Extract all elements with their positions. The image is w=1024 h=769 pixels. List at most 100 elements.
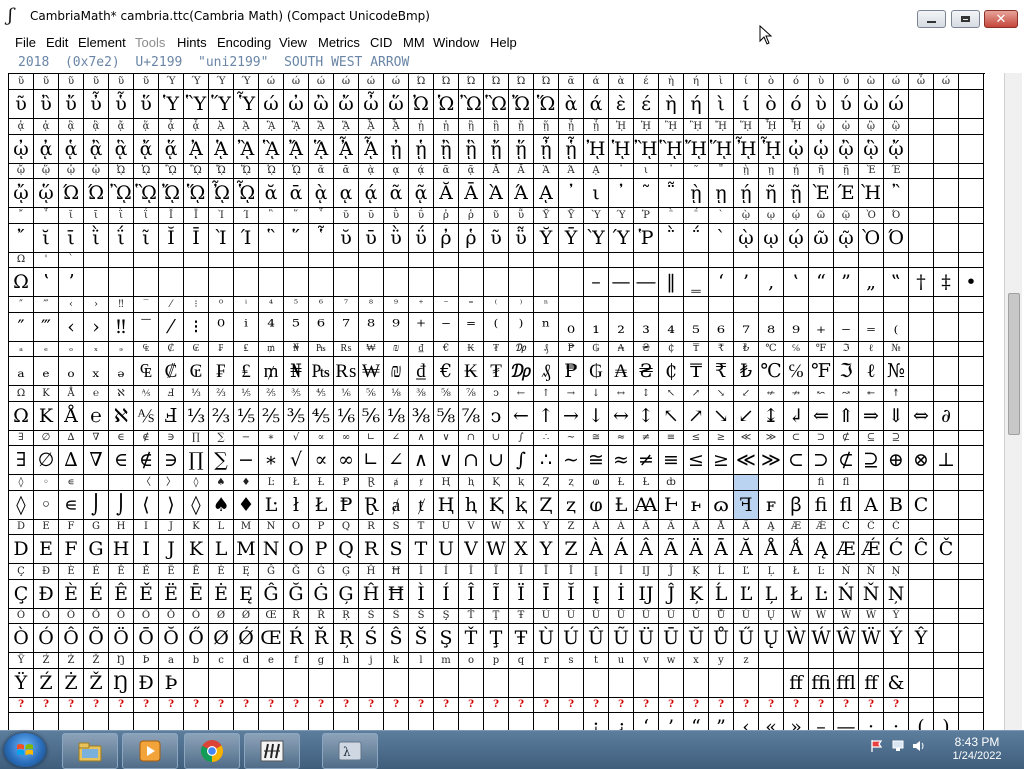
glyph-cell-label[interactable] <box>934 608 959 623</box>
glyph-cell[interactable]: Ť <box>459 624 484 652</box>
glyph-cell[interactable]: ₌ <box>859 312 884 341</box>
glyph-cell[interactable]: & <box>884 668 909 697</box>
glyph-cell[interactable]: ∏ <box>184 446 209 474</box>
glyph-cell[interactable]: ᾱ <box>284 179 309 207</box>
glyph-cell[interactable]: Ŋ <box>109 668 134 697</box>
glyph-cell[interactable]: Ó <box>34 624 59 652</box>
glyph-cell[interactable]: ₋ <box>834 312 859 341</box>
menu-help[interactable]: Help <box>490 35 517 50</box>
glyph-cell-label[interactable]: ῢ <box>384 207 409 223</box>
glyph-cell-label[interactable]: ∗ <box>259 430 284 445</box>
glyph-cell-label[interactable]: ⅕ <box>234 385 259 401</box>
glyph-cell[interactable]: Ὥ <box>534 90 559 118</box>
glyph-cell[interactable]: C <box>909 490 934 519</box>
glyph-cell[interactable]: ᾽ <box>559 179 584 207</box>
glyph-cell[interactable]: ∂ <box>934 401 959 430</box>
glyph-cell-label[interactable]: ₵ <box>659 341 684 356</box>
glyph-cell-label[interactable] <box>959 697 984 712</box>
glyph-cell[interactable]: ﬃ <box>809 668 834 697</box>
glyph-cell-label[interactable]: ? <box>634 697 659 712</box>
glyph-cell[interactable]: ﬁ <box>809 490 834 519</box>
glyph-cell[interactable]: ℮ <box>84 401 109 430</box>
glyph-cell-label[interactable]: Ŵ <box>834 608 859 623</box>
glyph-cell-label[interactable]: E <box>34 519 59 534</box>
glyph-cell[interactable]: Ħ <box>384 579 409 608</box>
glyph-cell-label[interactable]: ᾟ <box>784 118 809 134</box>
glyph-cell[interactable] <box>609 668 634 697</box>
glyph-cell[interactable]: Ę <box>234 579 259 608</box>
glyph-cell-label[interactable]: ᾪ <box>159 163 184 178</box>
glyph-cell-label[interactable]: Ľ <box>734 563 759 579</box>
glyph-cell-label[interactable]: ? <box>84 697 109 712</box>
glyph-cell-label[interactable]: l <box>409 652 434 668</box>
glyph-cell-label[interactable] <box>159 252 184 267</box>
glyph-cell-label[interactable]: ↚ <box>759 385 784 401</box>
glyph-cell[interactable]: ⁺ <box>409 312 434 341</box>
glyph-cell[interactable]: Ⅎ <box>159 401 184 430</box>
glyph-cell-label[interactable]: u <box>609 652 634 668</box>
glyph-cell[interactable]: ‼ <box>109 312 134 341</box>
glyph-cell[interactable]: ⁰ <box>209 312 234 341</box>
glyph-cell[interactable]: H <box>109 535 134 563</box>
glyph-cell[interactable]: Ⱶ <box>659 490 684 519</box>
glyph-cell-label[interactable]: b <box>184 652 209 668</box>
glyph-cell-label[interactable] <box>609 296 634 312</box>
glyph-cell-label[interactable]: g <box>309 652 334 668</box>
glyph-cell-label[interactable]: Þ <box>134 652 159 668</box>
glyph-cell-label[interactable]: D <box>9 519 34 534</box>
glyph-cell-label[interactable] <box>259 252 284 267</box>
glyph-cell-label[interactable] <box>834 652 859 668</box>
glyph-cell-label[interactable]: ∴ <box>534 430 559 445</box>
glyph-cell[interactable]: È <box>59 579 84 608</box>
glyph-cell-label[interactable]: ₰ <box>534 341 559 356</box>
glyph-cell[interactable]: € <box>434 357 459 385</box>
glyph-cell[interactable]: D <box>9 535 34 563</box>
glyph-cell[interactable]: ↔ <box>609 401 634 430</box>
glyph-cell[interactable]: Ä <box>684 535 709 563</box>
glyph-cell[interactable]: Ŏ <box>159 624 184 652</box>
glyph-cell[interactable] <box>909 134 934 163</box>
glyph-cell-label[interactable]: ≠ <box>634 430 659 445</box>
glyph-cell[interactable]: Ł <box>784 579 809 608</box>
glyph-cell[interactable]: ₍ <box>884 312 909 341</box>
glyph-cell-label[interactable] <box>709 474 734 490</box>
glyph-cell-label[interactable]: ᾚ <box>659 118 684 134</box>
glyph-cell-label[interactable]: Ÿ <box>9 652 34 668</box>
glyph-cell[interactable]: ∩ <box>459 446 484 474</box>
glyph-cell[interactable]: ᾬ <box>159 179 184 207</box>
glyph-cell-label[interactable]: ↕ <box>634 385 659 401</box>
glyph-cell[interactable]: ῄ <box>734 179 759 207</box>
clock-time[interactable]: 8:43 PM <box>942 735 1012 749</box>
glyph-cell[interactable]: ⇑ <box>834 401 859 430</box>
scrollbar-thumb[interactable] <box>1008 293 1020 435</box>
glyph-cell[interactable]: Þ <box>159 668 184 697</box>
glyph-cell[interactable]: ≡ <box>659 446 684 474</box>
glyph-cell-label[interactable] <box>484 252 509 267</box>
glyph-cell-label[interactable]: ? <box>784 697 809 712</box>
glyph-cell-label[interactable]: Ύ <box>609 207 634 223</box>
glyph-cell-label[interactable]: V <box>459 519 484 534</box>
glyph-cell[interactable]: ≪ <box>734 446 759 474</box>
glyph-cell-label[interactable]: o <box>459 652 484 668</box>
glyph-cell-label[interactable]: ‾ <box>134 296 159 312</box>
glyph-cell[interactable]: Ĭ <box>559 579 584 608</box>
glyph-cell[interactable]: Ű <box>734 624 759 652</box>
glyph-cell-label[interactable]: ᾭ <box>234 163 259 178</box>
glyph-cell-label[interactable]: f <box>284 652 309 668</box>
glyph-cell[interactable]: Ǻ <box>784 535 809 563</box>
glyph-cell[interactable]: ⁶ <box>309 312 334 341</box>
glyph-cell-label[interactable]: ὴ <box>659 74 684 89</box>
glyph-cell[interactable]: ↑ <box>534 401 559 430</box>
glyph-cell-label[interactable] <box>84 252 109 267</box>
glyph-cell[interactable]: Ŵ <box>834 624 859 652</box>
glyph-cell[interactable]: ≅ <box>584 446 609 474</box>
glyph-cell-label[interactable] <box>584 296 609 312</box>
glyph-cell-label[interactable]: ₱ <box>559 341 584 356</box>
glyph-cell-label[interactable]: ⁺ <box>409 296 434 312</box>
glyph-cell[interactable]: Á <box>609 535 634 563</box>
glyph-cell-label[interactable]: Ŭ <box>684 608 709 623</box>
glyph-cell[interactable]: ↨ <box>759 401 784 430</box>
glyph-cell[interactable]: ᾒ <box>434 134 459 163</box>
glyph-cell-label[interactable]: ℓ <box>859 341 884 356</box>
glyph-cell-label[interactable]: Ῠ <box>534 207 559 223</box>
